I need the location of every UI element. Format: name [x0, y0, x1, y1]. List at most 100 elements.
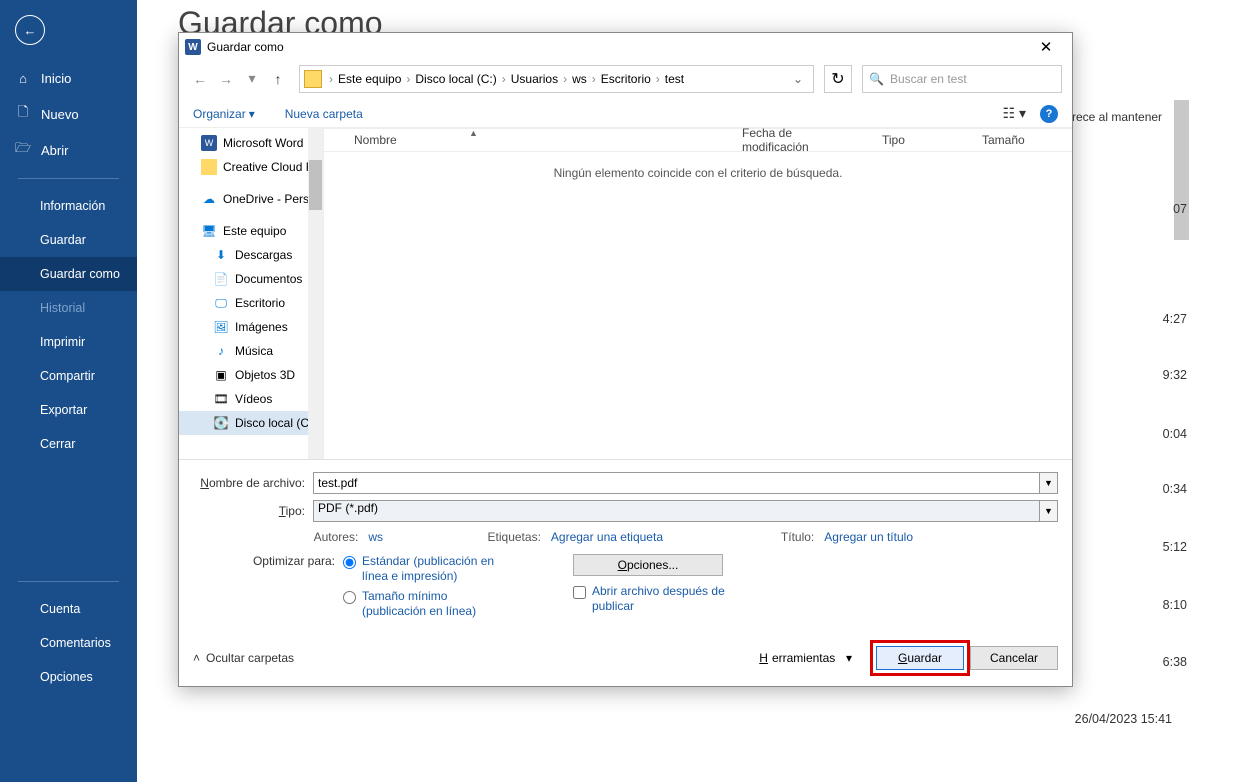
sidebar-label: Abrir — [41, 143, 68, 158]
tags-value[interactable]: Agregar una etiqueta — [551, 530, 663, 544]
bg-time: 8:10 — [1163, 598, 1187, 612]
close-button[interactable]: ✕ — [1026, 38, 1066, 56]
tree-item[interactable]: 🎞Vídeos — [179, 387, 323, 411]
tree-label: Descargas — [235, 248, 292, 262]
column-headers: ▲ Nombre Fecha de modificación Tipo Tama… — [324, 128, 1072, 152]
refresh-button[interactable]: ↻ — [824, 65, 852, 93]
tree-item[interactable]: ♪Música — [179, 339, 323, 363]
sidebar-item-compartir[interactable]: Compartir — [0, 359, 137, 393]
nav-recent-dropdown[interactable]: ▾ — [241, 68, 263, 90]
sidebar-item-exportar[interactable]: Exportar — [0, 393, 137, 427]
sidebar-item-informacion[interactable]: Información — [0, 189, 137, 223]
filename-dropdown[interactable]: ▼ — [1040, 472, 1058, 494]
column-date[interactable]: Fecha de modificación — [732, 127, 872, 154]
back-button[interactable]: ← — [15, 15, 45, 45]
radio-icon[interactable] — [343, 591, 356, 604]
dialog-bottom: Nombre de archivo: ▼ Tipo: PDF (*.pdf) ▼… — [179, 459, 1072, 634]
checkbox-icon[interactable] — [573, 586, 586, 599]
chevron-right-icon: › — [403, 72, 413, 86]
sidebar-item-nuevo[interactable]: 🗋Nuevo — [0, 96, 137, 132]
view-mode-button[interactable]: ☷ ▾ — [1003, 105, 1026, 122]
word-icon: W — [185, 39, 201, 55]
open-after-publish-checkbox[interactable]: Abrir archivo después de publicar — [573, 584, 728, 615]
sidebar-item-guardar[interactable]: Guardar — [0, 223, 137, 257]
chevron-right-icon: › — [589, 72, 599, 86]
filetype-select[interactable]: PDF (*.pdf) — [313, 500, 1040, 522]
sidebar-item-abrir[interactable]: 🗁Abrir — [0, 132, 137, 168]
tree-label: Documentos — [235, 272, 302, 286]
authors-label: Autores: — [314, 530, 359, 544]
tags-label: Etiquetas: — [488, 530, 541, 544]
tree-item[interactable]: ▣Objetos 3D — [179, 363, 323, 387]
sidebar-item-imprimir[interactable]: Imprimir — [0, 325, 137, 359]
optimize-standard-radio[interactable]: Estándar (publicación en línea e impresi… — [343, 554, 503, 585]
folder-icon — [201, 159, 217, 175]
tree-label: Vídeos — [235, 392, 272, 406]
sidebar-item-opciones[interactable]: Opciones — [0, 660, 137, 694]
chevron-right-icon: › — [653, 72, 663, 86]
column-name[interactable]: Nombre — [324, 133, 732, 147]
tree-item[interactable]: 🖥Este equipo — [179, 219, 323, 243]
tree-item[interactable]: Creative Cloud Fil — [179, 155, 323, 179]
filename-input[interactable] — [313, 472, 1040, 494]
save-button[interactable]: Guardar — [876, 646, 964, 670]
breadcrumb-item[interactable]: Escritorio — [599, 72, 653, 86]
bg-time: 5:12 — [1163, 540, 1187, 554]
sidebar-item-inicio[interactable]: ⌂Inicio — [0, 60, 137, 96]
sidebar-item-historial[interactable]: Historial — [0, 291, 137, 325]
options-button[interactable]: Opciones... — [573, 554, 723, 576]
breadcrumb-item[interactable]: test — [663, 72, 686, 86]
sidebar-item-guardar-como[interactable]: Guardar como — [0, 257, 137, 291]
breadcrumb-bar[interactable]: › Este equipo› Disco local (C:)› Usuario… — [299, 65, 814, 93]
column-size[interactable]: Tamaño — [972, 133, 1072, 147]
titlemeta-value[interactable]: Agregar un título — [824, 530, 913, 544]
optimize-minsize-radio[interactable]: Tamaño mínimo (publicación en línea) — [343, 589, 503, 620]
nav-forward-button[interactable]: → — [215, 68, 237, 90]
objects3d-icon: ▣ — [213, 367, 229, 383]
breadcrumb-dropdown[interactable]: ⌄ — [787, 72, 809, 86]
tree-item[interactable]: WMicrosoft Word — [179, 131, 323, 155]
sidebar-label: Compartir — [40, 369, 95, 383]
hide-folders-toggle[interactable]: ˄Ocultar carpetas — [193, 651, 294, 665]
breadcrumb-item[interactable]: Disco local (C:) — [413, 72, 498, 86]
sidebar-item-cuenta[interactable]: Cuenta — [0, 592, 137, 626]
column-type[interactable]: Tipo — [872, 133, 972, 147]
radio-icon[interactable] — [343, 556, 356, 569]
tree-item[interactable]: ☁OneDrive - Person — [179, 187, 323, 211]
folder-icon — [304, 70, 322, 88]
tree-item[interactable]: 📄Documentos — [179, 267, 323, 291]
tree-scrollbar[interactable] — [308, 128, 323, 459]
bg-scrollbar-thumb[interactable] — [1174, 100, 1189, 240]
help-button[interactable]: ? — [1040, 105, 1058, 123]
new-folder-button[interactable]: Nueva carpeta — [285, 107, 363, 121]
tree-item[interactable]: 🖼Imágenes — [179, 315, 323, 339]
tree-item[interactable]: 🖵Escritorio — [179, 291, 323, 315]
breadcrumb-item[interactable]: Usuarios — [509, 72, 560, 86]
breadcrumb-item[interactable]: ws — [570, 72, 589, 86]
chevron-up-icon: ˄ — [193, 651, 200, 665]
titlemeta-label: Título: — [781, 530, 814, 544]
chevron-down-icon: ▾ — [846, 651, 852, 665]
organize-menu[interactable]: Organizar ▾ — [193, 107, 255, 121]
tree-item[interactable]: ⬇Descargas — [179, 243, 323, 267]
filetype-dropdown[interactable]: ▼ — [1040, 500, 1058, 522]
sidebar-item-cerrar[interactable]: Cerrar — [0, 427, 137, 461]
cancel-button[interactable]: Cancelar — [970, 646, 1058, 670]
sidebar-item-comentarios[interactable]: Comentarios — [0, 626, 137, 660]
tree-scrollbar-thumb[interactable] — [309, 160, 322, 210]
onedrive-icon: ☁ — [201, 191, 217, 207]
bg-time: 0:34 — [1163, 482, 1187, 496]
search-input[interactable]: 🔍 Buscar en test — [862, 65, 1062, 93]
sidebar-label: Imprimir — [40, 335, 85, 349]
nav-back-button[interactable]: ← — [189, 68, 211, 90]
arrow-left-icon: ← — [24, 23, 37, 38]
nav-up-button[interactable]: ↑ — [267, 68, 289, 90]
tree-label: Disco local (C:) — [235, 416, 316, 430]
authors-value[interactable]: ws — [368, 530, 383, 544]
tree-label: Imágenes — [235, 320, 288, 334]
tools-menu[interactable]: Herramientas ▾ — [759, 651, 852, 665]
tree-item[interactable]: 💽Disco local (C:) — [179, 411, 323, 435]
dialog-toolbar: Organizar ▾ Nueva carpeta ☷ ▾ ? — [179, 97, 1072, 127]
tree-label: Creative Cloud Fil — [223, 160, 318, 174]
breadcrumb-item[interactable]: Este equipo — [336, 72, 403, 86]
